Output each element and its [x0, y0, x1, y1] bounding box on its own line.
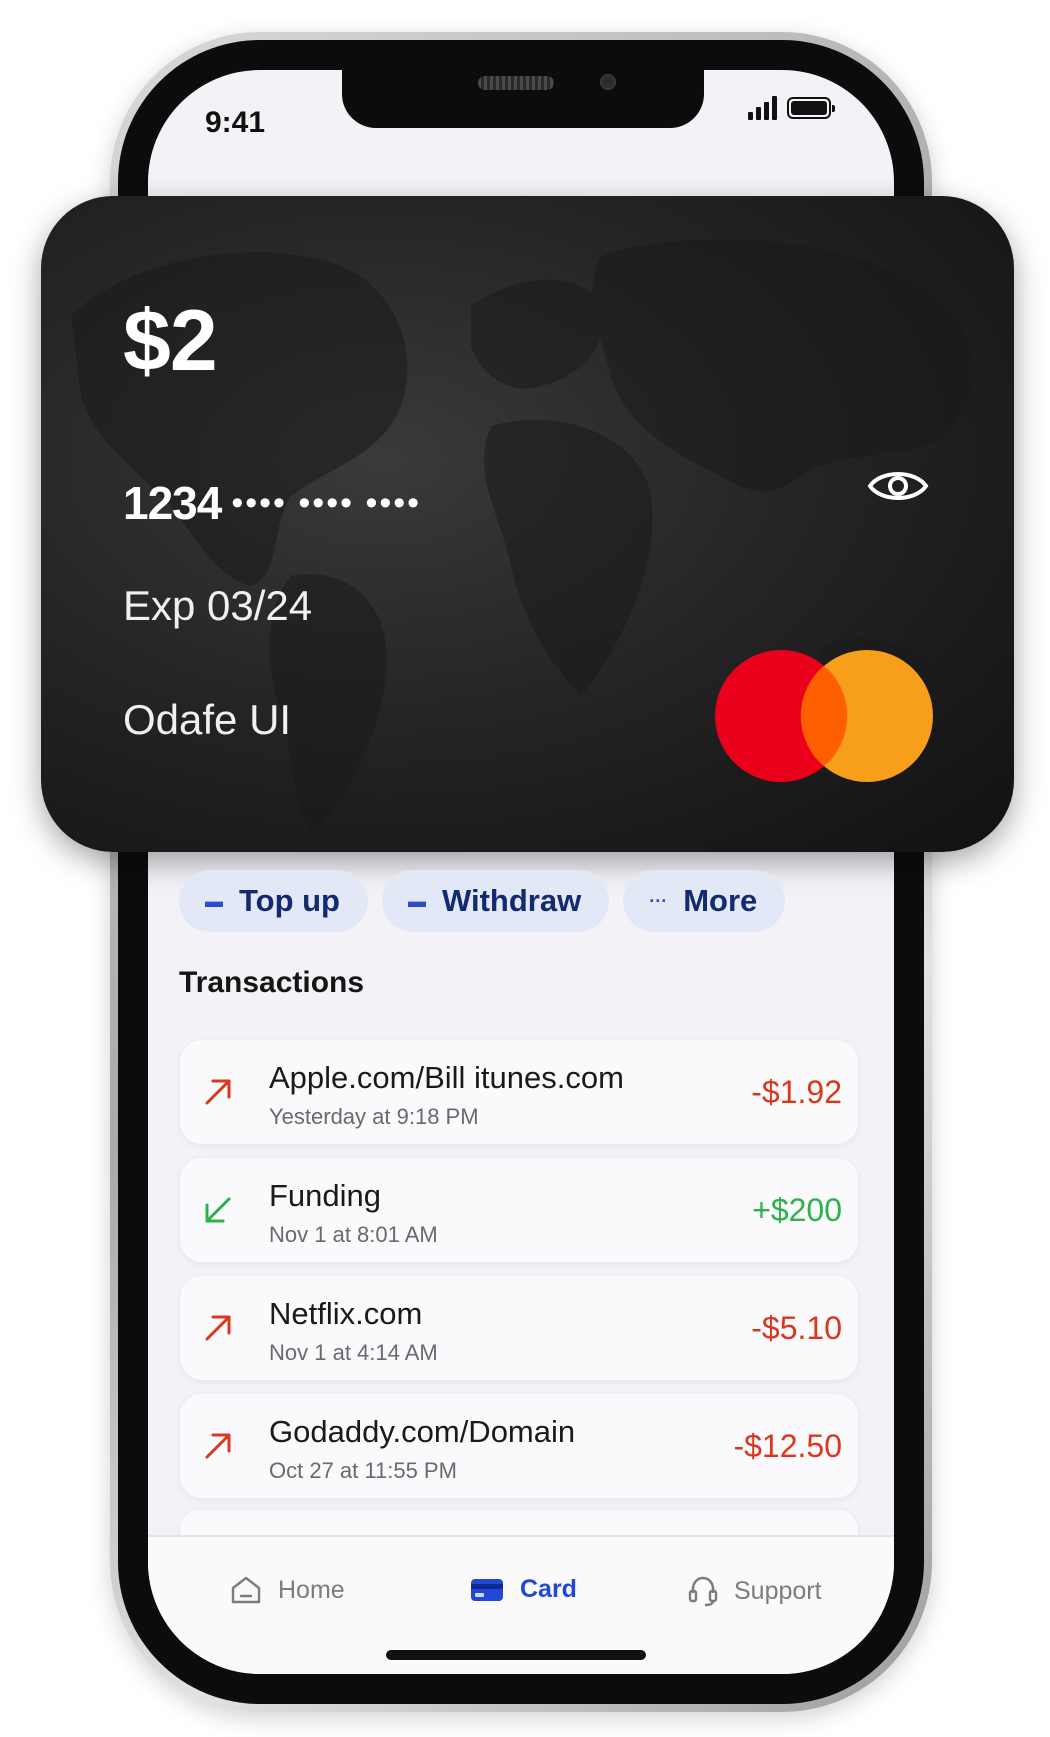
card-expiry: Exp 03/24 [123, 582, 313, 629]
transaction-amount: -$1.92 [751, 1074, 842, 1110]
notch [342, 64, 704, 128]
nav-card[interactable]: Card [470, 1575, 577, 1604]
transaction-row[interactable]: Apple.com/Bill itunes.com Yesterday at 9… [180, 1040, 858, 1144]
transaction-date: Nov 1 at 4:14 AM [269, 1340, 438, 1365]
transaction-amount: -$12.50 [733, 1428, 842, 1464]
eye-icon[interactable] [867, 466, 929, 506]
bank-card[interactable]: $2 1234 •••• •••• •••• Exp 03/24 Odafe U… [41, 196, 1014, 852]
nav-home[interactable]: Home [230, 1575, 345, 1605]
speaker-grille [478, 76, 554, 90]
transaction-amount: -$5.10 [751, 1310, 842, 1346]
transaction-name: Netflix.com [269, 1296, 423, 1331]
arrow-up-right-icon [205, 1315, 231, 1341]
nav-card-label: Card [520, 1575, 577, 1603]
card-number: 1234 •••• •••• •••• [123, 476, 421, 530]
more-label: More [683, 883, 758, 918]
mastercard-logo [715, 650, 933, 782]
transactions-list: Apple.com/Bill itunes.com Yesterday at 9… [180, 1040, 858, 1512]
arrow-down-left-icon [205, 1197, 231, 1223]
nav-home-label: Home [278, 1575, 345, 1604]
transaction-amount: +$200 [752, 1192, 842, 1228]
card-holder-name: Odafe UI [123, 696, 292, 743]
transaction-date: Nov 1 at 8:01 AM [269, 1222, 438, 1247]
transaction-row[interactable]: Netflix.com Nov 1 at 4:14 AM -$5.10 [180, 1276, 858, 1380]
card-icon: ▬ [205, 890, 223, 911]
card-icon: ▬ [408, 890, 426, 911]
transaction-date: Oct 27 at 11:55 PM [269, 1458, 457, 1483]
more-button[interactable]: ··· More [623, 870, 786, 932]
status-time: 9:41 [205, 106, 266, 139]
transaction-row[interactable]: Funding Nov 1 at 8:01 AM +$200 [180, 1158, 858, 1262]
card-balance: $2 [123, 293, 218, 389]
status-icons [748, 96, 835, 120]
withdraw-label: Withdraw [442, 883, 582, 918]
transaction-name: Godaddy.com/Domain [269, 1414, 576, 1449]
card-actions: ▬ Top up ▬ Withdraw ··· More [179, 870, 786, 932]
home-indicator [386, 1650, 646, 1660]
top-up-button[interactable]: ▬ Top up [179, 870, 368, 932]
arrow-up-right-icon [205, 1433, 231, 1459]
signal-icon [748, 96, 777, 120]
credit-card-icon [471, 1578, 503, 1601]
card-number-first-digits: 1234 [123, 477, 222, 529]
more-icon: ··· [649, 890, 668, 911]
card-number-masked: •••• •••• •••• [231, 483, 422, 522]
transaction-date: Yesterday at 9:18 PM [269, 1104, 479, 1129]
battery-icon [787, 97, 835, 119]
transaction-name: Funding [269, 1178, 382, 1213]
transaction-row[interactable]: Godaddy.com/Domain Oct 27 at 11:55 PM -$… [180, 1394, 858, 1498]
withdraw-button[interactable]: ▬ Withdraw [382, 870, 610, 932]
headset-icon [688, 1576, 718, 1607]
nav-support[interactable]: Support [688, 1575, 822, 1607]
transaction-name: Apple.com/Bill itunes.com [269, 1060, 624, 1095]
arrow-up-right-icon [205, 1079, 231, 1105]
top-up-label: Top up [239, 883, 340, 918]
nav-support-label: Support [734, 1576, 822, 1605]
front-camera [600, 74, 616, 90]
phone-mockup: 9:41 $2 1234 •••• •••• •••• Exp 03/24 Od… [0, 0, 1050, 1737]
home-icon [231, 1576, 261, 1604]
transactions-heading: Transactions [179, 966, 365, 999]
